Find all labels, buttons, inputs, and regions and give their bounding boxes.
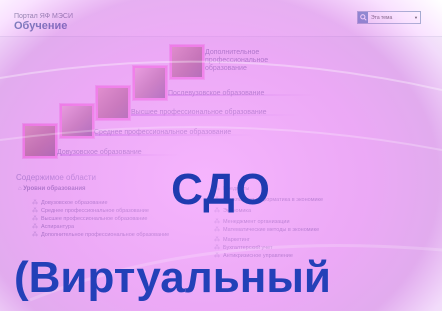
level-photo-additional[interactable]	[170, 45, 204, 79]
left-link-text: Аспирантура	[41, 223, 75, 230]
chevron-down-icon[interactable]: ▼	[414, 15, 418, 20]
right-link-text: Бухгалтерский учет	[223, 244, 273, 251]
bullet-icon: ⁂	[32, 232, 38, 238]
level-additional-link[interactable]: Дополнительное профессиональное образова…	[205, 49, 268, 73]
right-link-text: Менеджмент организации	[223, 218, 290, 225]
search-scope-value: Эта тема	[371, 14, 393, 21]
bullet-icon: ⁂	[214, 227, 220, 233]
bullet-icon: ⁂	[32, 216, 38, 222]
sdo-heading: СДО	[171, 165, 271, 214]
level-higher-link[interactable]: Высшее профессиональное образование	[131, 109, 267, 117]
level-preuniversity-link[interactable]: Довузовское образование	[57, 149, 142, 157]
left-link-text: Высшее профессиональное образование	[41, 215, 148, 222]
level-additional-line: Дополнительное	[205, 49, 260, 56]
right-link-text: Математические методы в экономике	[223, 226, 320, 233]
level-photo-postgraduate[interactable]	[133, 66, 167, 100]
level-additional-line: профессиональное	[205, 57, 269, 64]
right-link[interactable]: ⁂ Маркетинг	[214, 236, 250, 244]
bullet-icon: ⁂	[214, 237, 220, 243]
portal-name[interactable]: Портал ЯФ МЭСИ	[14, 13, 73, 20]
level-photo-preuniversity[interactable]	[23, 124, 57, 158]
left-link[interactable]: ⁂ Дополнительное профессиональное образов…	[32, 231, 170, 239]
page-title: Обучение	[14, 20, 68, 32]
level-photo-higher[interactable]	[96, 86, 130, 120]
search-scope-select[interactable]: Эта тема ▼	[357, 11, 421, 24]
left-link[interactable]: ⁂ Высшее профессиональное образование	[32, 215, 148, 223]
header-bar: Портал ЯФ МЭСИ Обучение Эта тема ▼	[0, 0, 442, 37]
level-secondary-link[interactable]: Среднее профессиональное образование	[94, 129, 231, 137]
level-postgraduate-link[interactable]: Послевузовское образование	[168, 90, 264, 98]
search-icon-glyph	[359, 14, 367, 21]
level-photo-secondary[interactable]	[60, 104, 94, 138]
right-link-text: Маркетинг	[223, 236, 250, 243]
left-link-text: Дополнительное профессиональное образова…	[41, 231, 170, 238]
left-link[interactable]: ⁂ Аспирантура	[32, 223, 75, 231]
bullet-icon: ⁂	[214, 219, 220, 225]
right-link[interactable]: ⁂ Математические методы в экономике	[214, 226, 320, 234]
bullet-icon: ⁂	[214, 245, 220, 251]
search-icon[interactable]	[358, 12, 368, 23]
level-additional-line: образование	[205, 65, 247, 72]
right-link[interactable]: ⁂ Менеджмент организации	[214, 218, 290, 226]
education-levels-staircase: Довузовское образование Среднее професси…	[0, 36, 442, 170]
virtual-title: (Виртуальный	[14, 253, 331, 302]
right-link[interactable]: ⁂ Бухгалтерский учет	[214, 244, 273, 252]
bullet-icon: ⁂	[32, 224, 38, 230]
